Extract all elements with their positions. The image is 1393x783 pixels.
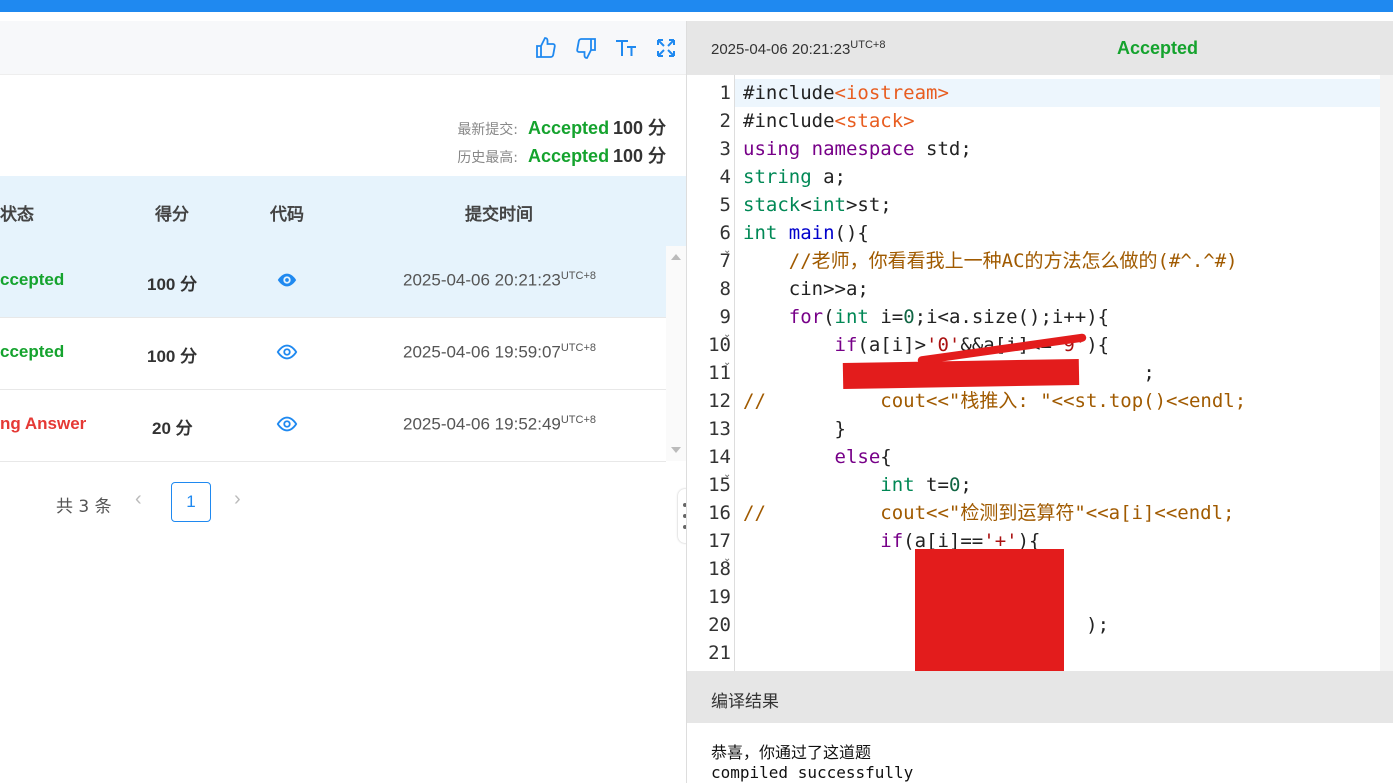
code-line: for(int i=0;i<a.size();i++){ xyxy=(788,306,1110,328)
code-line: string a; xyxy=(743,166,846,188)
row-score: 100 分 xyxy=(147,275,198,294)
best-status: Accepted xyxy=(528,146,610,166)
submissions-panel: 最新提交: Accepted 100 分 历史最高: Accepted 100 分 … xyxy=(0,21,686,783)
view-code-icon[interactable] xyxy=(276,413,298,435)
code-line: } xyxy=(743,418,846,440)
problem-toolbar xyxy=(0,21,686,75)
row-time: 2025-04-06 19:52:49UTC+8 xyxy=(403,414,597,434)
row-score: 20 分 xyxy=(152,419,193,438)
code-line: // cout<<"栈推入: "<<st.top()<<endl; xyxy=(743,390,1247,412)
code-line: cin>>a; xyxy=(743,278,869,300)
submissions-table-header: 状态 得分 代码 提交时间 xyxy=(0,176,686,246)
thumbs-up-icon[interactable] xyxy=(534,36,558,60)
redaction-mark xyxy=(842,358,1080,390)
compile-result-header: 编译结果 xyxy=(687,671,1393,723)
view-code-icon[interactable] xyxy=(276,269,298,291)
detail-header: 2025-04-06 20:21:23UTC+8 Accepted xyxy=(687,21,1393,75)
row-score: 100 分 xyxy=(147,347,198,366)
fold-chevron-icon[interactable]: ⌄ xyxy=(723,553,731,564)
latest-submission-summary: 最新提交: Accepted 100 分 xyxy=(457,114,666,140)
code-line: stack<int>st; xyxy=(743,194,892,216)
code-editor[interactable]: 1 2 3 4 5 6 7 8 9 10 11 12 13 14 15 16 1… xyxy=(687,75,1393,671)
fold-chevron-icon[interactable]: ⌄ xyxy=(723,357,731,368)
header-status[interactable]: 状态 xyxy=(0,200,34,225)
top-spacer xyxy=(0,12,1393,21)
header-code: 代码 xyxy=(270,205,304,225)
prev-page-icon[interactable]: ‹ xyxy=(135,488,142,511)
row-time: 2025-04-06 19:59:07UTC+8 xyxy=(403,342,597,362)
latest-score: 100 分 xyxy=(612,118,666,138)
fold-chevron-icon[interactable]: ⌄ xyxy=(723,329,731,340)
latest-label: 最新提交: xyxy=(457,122,519,138)
row-time: 2025-04-06 20:21:23UTC+8 xyxy=(403,270,597,290)
row-status: ng Answer xyxy=(0,414,87,433)
next-page-icon[interactable]: › xyxy=(234,488,241,511)
redaction-block xyxy=(915,549,1064,671)
fold-chevron-icon[interactable]: ⌄ xyxy=(723,245,731,256)
font-size-icon[interactable] xyxy=(614,36,638,60)
page-button[interactable]: 1 xyxy=(171,482,211,522)
compile-output: 恭喜，你通过了这道题 compiled successfully xyxy=(711,743,913,783)
table-scrollbar[interactable] xyxy=(666,246,686,461)
view-code-icon[interactable] xyxy=(276,341,298,363)
detail-verdict: Accepted xyxy=(1117,38,1199,58)
code-line: // cout<<"检测到运算符"<<a[i]<<endl; xyxy=(743,502,1235,524)
pagination-total: 共 3 条 xyxy=(56,497,112,517)
editor-scrollbar[interactable] xyxy=(1380,75,1393,671)
header-time[interactable]: 提交时间 xyxy=(465,200,533,225)
table-row[interactable]: ccepted 100 分 2025-04-06 20:21:23UTC+8 xyxy=(0,246,666,318)
top-accent-bar xyxy=(0,0,1393,12)
code-line: #include<iostream> xyxy=(743,82,949,104)
code-line: #include<stack> xyxy=(743,110,915,132)
row-status: ccepted xyxy=(0,342,65,361)
code-line: using namespace std; xyxy=(743,138,972,160)
row-status: ccepted xyxy=(0,270,65,289)
code-line: else{ xyxy=(834,446,892,468)
best-label: 历史最高: xyxy=(457,150,519,166)
latest-status: Accepted xyxy=(528,118,610,138)
code-line: //老师，你看看我上一种AC的方法怎么做的(#^.^#) xyxy=(743,250,1238,272)
detail-time: 2025-04-06 20:21:23UTC+8 xyxy=(711,39,886,58)
header-score[interactable]: 得分 xyxy=(155,200,189,225)
thumbs-down-icon[interactable] xyxy=(574,36,598,60)
code-line: int main(){ xyxy=(743,222,869,244)
fold-chevron-icon[interactable]: ⌄ xyxy=(723,469,731,480)
table-row[interactable]: ng Answer 20 分 2025-04-06 19:52:49UTC+8 xyxy=(0,390,666,462)
table-row[interactable]: ccepted 100 分 2025-04-06 19:59:07UTC+8 xyxy=(0,318,666,390)
line-number-gutter: 1 2 3 4 5 6 7 8 9 10 11 12 13 14 15 16 1… xyxy=(687,75,735,671)
best-submission-summary: 历史最高: Accepted 100 分 xyxy=(457,142,666,168)
submission-detail-panel: 2025-04-06 20:21:23UTC+8 Accepted 1 2 3 … xyxy=(686,21,1393,783)
code-line: int t=0; xyxy=(880,474,972,496)
scroll-up-icon[interactable] xyxy=(671,254,681,260)
scroll-down-icon[interactable] xyxy=(671,447,681,453)
best-score: 100 分 xyxy=(612,146,666,166)
fullscreen-icon[interactable] xyxy=(654,36,678,60)
pagination: 共 3 条 ‹ 1 › xyxy=(0,482,686,522)
compile-message: 恭喜，你通过了这道题 xyxy=(711,743,872,762)
compile-result-title: 编译结果 xyxy=(711,692,779,712)
compile-status: compiled successfully xyxy=(711,763,914,782)
